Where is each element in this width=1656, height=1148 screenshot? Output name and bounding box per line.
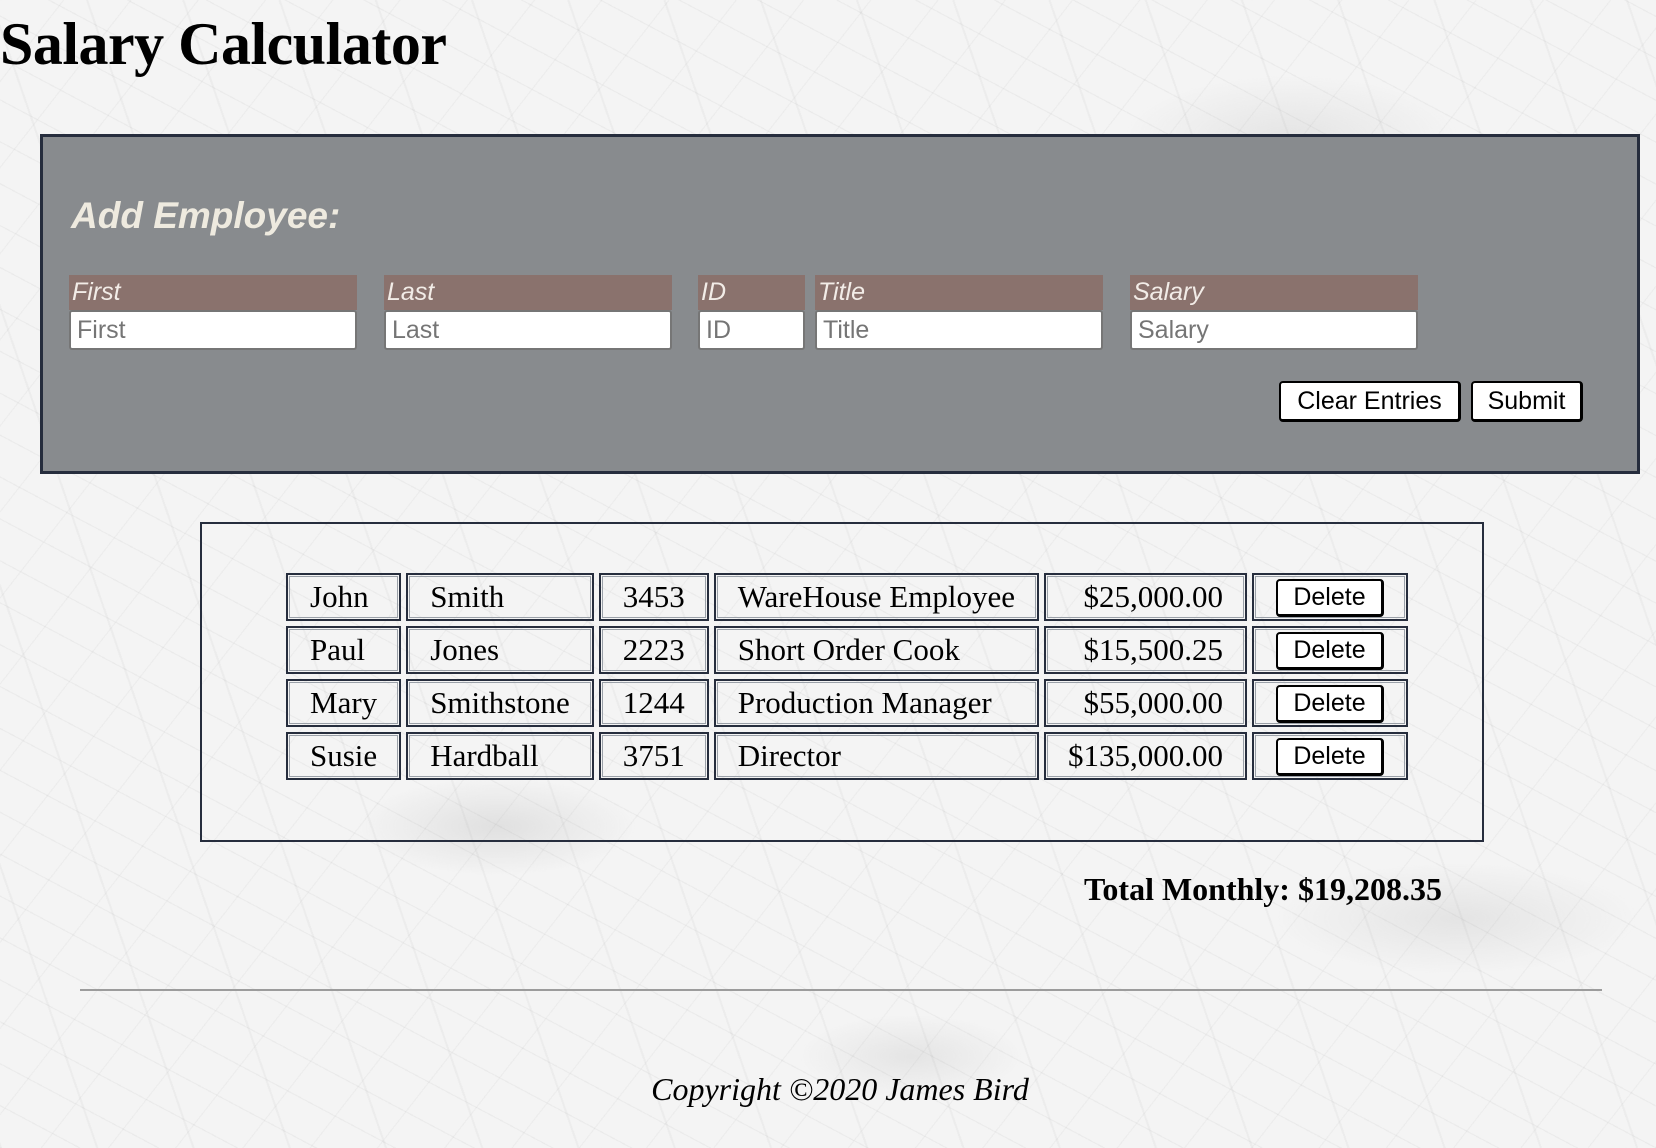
first-name-field: First [69,275,357,350]
employee-table: John Smith 3453 WareHouse Employee $25,0… [281,568,1413,785]
delete-button[interactable]: Delete [1275,738,1384,776]
title-cell: Short Order Cook [713,626,1039,674]
action-cell: Delete [1251,732,1408,780]
id-field: ID [698,275,805,350]
salary-field: Salary [1130,275,1418,350]
last-name-field: Last [384,275,672,350]
first-name-label: First [69,275,357,310]
total-monthly: Total Monthly: $19,208.35 [1084,871,1442,908]
last-name-cell: Smithstone [406,679,594,727]
table-row: Mary Smithstone 1244 Production Manager … [286,679,1408,727]
submit-button[interactable]: Submit [1471,381,1583,422]
last-name-cell: Jones [406,626,594,674]
add-employee-panel: Add Employee: First Last ID Title Salary… [40,134,1640,474]
salary-cell: $25,000.00 [1043,573,1247,621]
first-name-input[interactable] [69,310,357,350]
salary-input[interactable] [1130,310,1418,350]
title-field: Title [815,275,1103,350]
delete-button[interactable]: Delete [1275,685,1384,723]
salary-label: Salary [1130,275,1418,310]
id-cell: 3751 [598,732,709,780]
clear-entries-button[interactable]: Clear Entries [1279,381,1461,422]
page-title: Salary Calculator [0,11,447,77]
last-name-cell: Smith [406,573,594,621]
first-name-cell: Paul [286,626,402,674]
action-cell: Delete [1251,573,1408,621]
id-cell: 1244 [598,679,709,727]
footer-divider [80,989,1602,991]
first-name-cell: Susie [286,732,402,780]
copyright-text: Copyright ©2020 James Bird [651,1071,1029,1107]
salary-cell: $135,000.00 [1043,732,1247,780]
delete-button[interactable]: Delete [1275,579,1384,617]
table-row: John Smith 3453 WareHouse Employee $25,0… [286,573,1408,621]
title-cell: Production Manager [713,679,1039,727]
action-cell: Delete [1251,679,1408,727]
table-row: Paul Jones 2223 Short Order Cook $15,500… [286,626,1408,674]
last-name-cell: Hardball [406,732,594,780]
title-cell: Director [713,732,1039,780]
id-label: ID [698,275,805,310]
total-monthly-value: $19,208.35 [1297,871,1442,907]
salary-cell: $55,000.00 [1043,679,1247,727]
last-name-input[interactable] [384,310,672,350]
title-cell: WareHouse Employee [713,573,1039,621]
title-input[interactable] [815,310,1103,350]
id-input[interactable] [698,310,805,350]
last-name-label: Last [384,275,672,310]
employee-table-container: John Smith 3453 WareHouse Employee $25,0… [200,522,1484,842]
total-monthly-label: Total Monthly: [1084,871,1290,907]
first-name-cell: Mary [286,679,402,727]
id-cell: 3453 [598,573,709,621]
title-label: Title [815,275,1103,310]
action-cell: Delete [1251,626,1408,674]
delete-button[interactable]: Delete [1275,632,1384,670]
id-cell: 2223 [598,626,709,674]
first-name-cell: John [286,573,402,621]
add-employee-heading: Add Employee: [71,195,341,236]
salary-cell: $15,500.25 [1043,626,1247,674]
table-row: Susie Hardball 3751 Director $135,000.00… [286,732,1408,780]
